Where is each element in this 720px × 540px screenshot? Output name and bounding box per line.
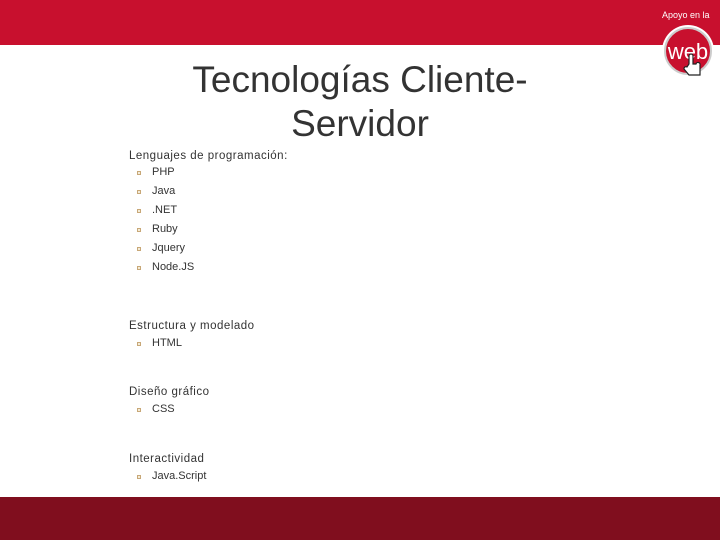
section-heading: Interactividad <box>129 453 205 465</box>
list-item: Ruby <box>152 223 178 235</box>
list-item: CSS <box>152 403 175 415</box>
list-item: Java.Script <box>152 470 207 482</box>
section-heading: Diseño gráfico <box>129 386 210 398</box>
logo-caption: Apoyo en la <box>662 10 710 20</box>
bullet-icon <box>137 475 141 479</box>
list-item: .NET <box>152 204 178 216</box>
list-item: HTML <box>152 337 182 349</box>
title-line-2: Servidor <box>291 103 429 144</box>
list-item: PHP <box>152 166 175 178</box>
list-item: Jquery <box>152 242 186 254</box>
bullet-icon <box>137 171 141 175</box>
bullet-icon <box>137 408 141 412</box>
bullet-icon <box>137 247 141 251</box>
logo-word: web <box>667 39 708 64</box>
list-item: Java <box>152 185 176 197</box>
bullet-icon <box>137 190 141 194</box>
header-bar <box>0 0 720 45</box>
bullet-icon <box>137 228 141 232</box>
bullet-icon <box>137 342 141 346</box>
section-heading: Lenguajes de programación: <box>129 150 288 162</box>
slide-title: Tecnologías Cliente- Servidor <box>160 58 560 146</box>
bullet-icon <box>137 209 141 213</box>
list-item: Node.JS <box>152 261 195 273</box>
section-heading: Estructura y modelado <box>129 320 255 332</box>
bullet-icon <box>137 266 141 270</box>
title-line-1: Tecnologías Cliente- <box>192 59 528 100</box>
footer-bar <box>0 497 720 540</box>
web-logo: web <box>662 25 714 77</box>
